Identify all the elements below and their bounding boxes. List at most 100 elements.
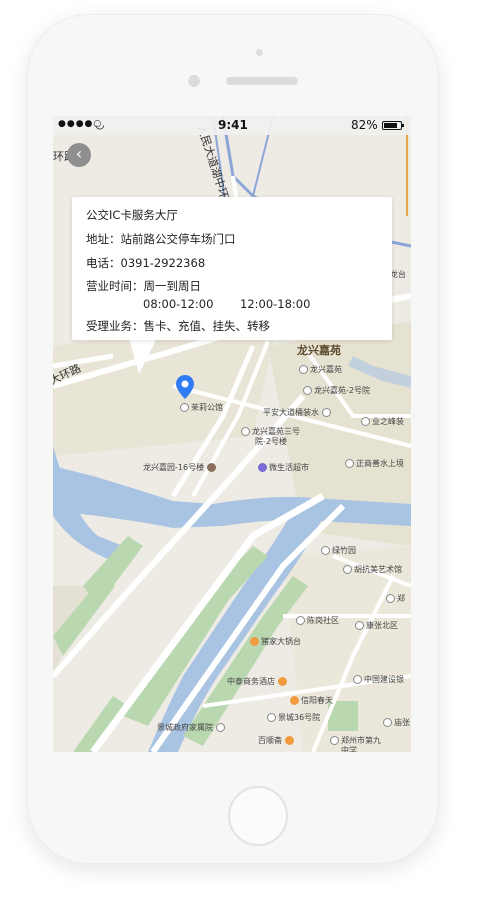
front-sensor [256,49,263,56]
poi-icon [321,408,331,417]
battery-percent: 82% [351,118,378,132]
status-bar: ●●●●○ ◡ 9:41 82% [53,116,411,135]
back-arrow-icon[interactable]: ‹ [67,143,91,167]
map-poi-label: 龙兴嘉苑 [310,365,342,374]
map-poi-label: 中泰商务酒店 [227,677,275,686]
map-poi-label: 龙兴嘉苑-2号院 [314,386,370,395]
map-poi-label: 庙张 [394,718,410,727]
map-poi-label: 业之峰装 [372,417,404,426]
location-pin-icon[interactable] [176,375,194,399]
map-poi[interactable]: 郑州市第九 [330,736,381,746]
building-icon [321,546,330,555]
building-icon [345,459,354,468]
building-icon [215,723,225,732]
poi-icon [241,427,250,436]
map-poi-label: 郑 [397,594,405,603]
map-poi[interactable]: 郑 [386,594,405,604]
map-poi-label: 信阳春天 [301,696,333,705]
map-poi[interactable]: 胡抗美艺术馆 [343,565,402,575]
building-icon [355,621,364,630]
map-area-label: 龙兴嘉苑 [297,344,341,357]
map-poi[interactable]: 百顺斋 [258,736,296,746]
map-poi[interactable]: 中国建设银 [353,675,404,685]
location-name: 公交IC卡服务大厅 [86,208,178,222]
hours-row: 营业时间：周一到周日 [86,279,201,293]
building-icon [180,403,189,412]
phone-row: 电话：0391-2922368 [86,256,205,270]
poi-icon [361,417,370,426]
phone-label: 电话： [86,256,121,270]
popup-pointer [129,338,157,374]
services-row: 受理业务：售卡、充值、挂失、转移 [86,319,270,333]
home-button[interactable] [228,786,288,846]
map-poi-label: 微生活超市 [269,463,309,472]
phone-value[interactable]: 0391-2922368 [121,256,206,270]
map-poi[interactable]: 陈岗社区 [296,616,339,626]
map-poi[interactable]: 茉莉公馆 [180,403,223,413]
wifi-icon: ◡ [95,118,105,131]
map-poi[interactable]: 业之峰装 [361,417,404,427]
school-icon [330,736,339,745]
poi-icon [343,565,352,574]
map-poi-label: 景城政府家属院 [157,723,213,732]
map-poi-label: 正商善水上境 [356,459,404,468]
hotel-icon [277,677,287,686]
map-poi[interactable]: 龙兴嘉苑 [299,365,342,375]
map-poi[interactable]: 景城政府家属院 [157,723,227,733]
app-screen: ●●●●○ ◡ 9:41 82% ‹ 人民大道湖中环路 环路 大环路 龙兴嘉苑 … [53,116,411,752]
map-poi[interactable]: 绿竹园 [321,546,356,556]
map-poi-label: 中学 [341,746,357,752]
map-poi-label: 茉莉公馆 [191,403,223,412]
map-poi-label: 龙兴嘉苑三号 [252,427,300,436]
building-icon [383,718,392,727]
building-icon [267,713,276,722]
front-camera [188,75,200,87]
address-value: 站前路公交停车场门口 [120,232,236,246]
hours-morning: 08:00-12:00 [143,297,214,311]
bank-icon [353,675,362,684]
building-icon [296,616,305,625]
restaurant-icon [284,736,294,745]
map-poi[interactable]: 平安大道桶装水 [263,408,333,418]
earpiece-speaker [226,77,298,85]
map-poi[interactable]: 猪家大锅台 [250,637,301,647]
services-value: 售卡、充值、挂失、转移 [143,319,271,333]
map-poi-label: 平安大道桶装水 [263,408,319,417]
poi-icon [386,594,395,603]
building-icon [299,365,308,374]
map-poi-label: 景城36号院 [278,713,321,722]
map-poi[interactable]: 庙张 [383,718,410,728]
poi-icon [206,463,216,472]
map-poi-label: 绿竹园 [332,546,356,555]
shop-icon [258,463,267,472]
services-label: 受理业务： [86,319,144,333]
map-poi-label: 郑州市第九 [341,736,381,745]
map-poi[interactable]: 微生活超市 [258,463,309,473]
map-poi[interactable]: 景城36号院 [267,713,320,723]
map-poi-label: 龙兴嘉园-16号楼 [143,463,205,472]
map-poi-label: 龙台 [390,270,406,279]
map-poi-label: 陈岗社区 [307,616,339,625]
map-poi-label: 猪家大锅台 [261,637,301,646]
restaurant-icon [290,696,299,705]
hours-label: 营业时间： [86,279,144,293]
map-poi[interactable]: 康张北区 [355,621,398,631]
map-poi-label: 康张北区 [366,621,398,630]
map-poi[interactable]: 龙兴嘉园-16号楼 [143,463,218,473]
restaurant-icon [250,637,259,646]
address-row: 地址：站前路公交停车场门口 [86,232,236,246]
battery-icon [382,121,404,130]
map-poi[interactable]: 信阳春天 [290,696,333,706]
hours-afternoon: 12:00-18:00 [240,297,311,311]
location-info-popup[interactable]: 公交IC卡服务大厅 地址：站前路公交停车场门口 电话：0391-2922368 … [72,197,392,340]
map-poi[interactable]: 龙兴嘉苑-2号院 [303,386,370,396]
hours-days: 周一到周日 [143,279,202,293]
battery-level [384,123,397,128]
status-time: 9:41 [218,118,248,132]
map-poi-label: 院-2号楼 [255,437,287,446]
map-poi[interactable]: 龙兴嘉苑三号 [241,427,300,437]
building-icon [303,386,312,395]
map-poi-label: 中国建设银 [364,675,404,684]
map-poi[interactable]: 正商善水上境 [345,459,404,469]
map-poi[interactable]: 中泰商务酒店 [227,677,289,687]
